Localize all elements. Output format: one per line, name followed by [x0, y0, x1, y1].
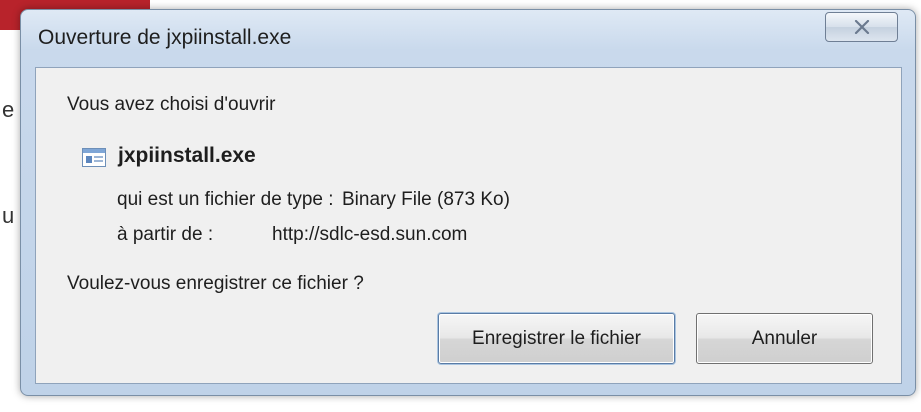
close-button[interactable]: [825, 12, 898, 42]
background-text-fragment: u: [2, 203, 15, 228]
open-file-dialog: Ouverture de jxpiinstall.exe Vous avez c…: [20, 9, 916, 396]
dialog-title: Ouverture de jxpiinstall.exe: [38, 26, 292, 49]
background-text-fragment: e: [2, 97, 15, 122]
close-icon: [854, 20, 870, 34]
file-type-label: qui est un fichier de type :: [117, 189, 334, 210]
intro-text: Vous avez choisi d'ouvrir: [67, 94, 276, 115]
source-url: http://sdlc-esd.sun.com: [272, 224, 468, 245]
dialog-content: Vous avez choisi d'ouvrir jxpiinstall.ex…: [35, 67, 902, 384]
file-type-value: Binary File (873 Ko): [342, 189, 510, 210]
title-bar[interactable]: Ouverture de jxpiinstall.exe: [21, 10, 915, 68]
file-name: jxpiinstall.exe: [118, 144, 256, 167]
save-question: Voulez-vous enregistrer ce fichier ?: [67, 273, 364, 294]
cancel-button[interactable]: Annuler: [696, 313, 873, 364]
executable-file-icon: [82, 148, 106, 167]
source-label: à partir de :: [117, 224, 214, 245]
save-file-button[interactable]: Enregistrer le fichier: [438, 313, 675, 364]
